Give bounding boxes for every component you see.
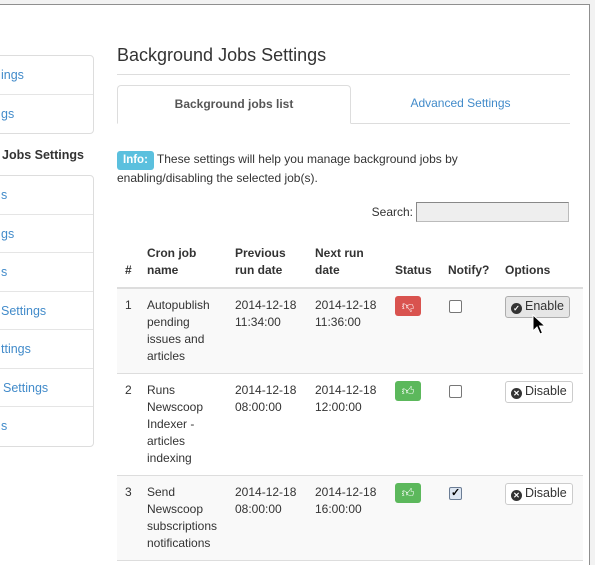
sidebar-item[interactable]: Settings [0, 292, 93, 330]
sidebar-group-top: ings gs [0, 55, 94, 134]
disable-button[interactable]: ✕ Disable [505, 483, 573, 505]
notify-checkbox[interactable] [449, 385, 462, 398]
row-number: 1 [117, 287, 139, 374]
search-box: Search: [372, 202, 569, 222]
notify-checkbox[interactable] [449, 300, 462, 313]
col-header-notify[interactable]: Notify? [440, 241, 497, 289]
row-number: 2 [117, 373, 139, 476]
previous-run-date: 2014-12-18 08:00:00 [227, 475, 307, 561]
next-run-date: 2014-12-18 16:00:00 [307, 475, 387, 561]
search-label: Search: [371, 205, 413, 219]
info-message: Info: These settings will help you manage… [117, 151, 487, 187]
sidebar-item[interactable]: s [0, 176, 93, 215]
tab-advanced-settings[interactable]: Advanced Settings [351, 85, 570, 123]
mouse-cursor-icon [532, 314, 546, 335]
job-name: Autopublish pending issues and articles [139, 287, 227, 374]
title-divider [117, 74, 570, 75]
job-name: Runs Newscoop Indexer - articles indexin… [139, 373, 227, 476]
col-header-next-run[interactable]: Next run date [307, 241, 387, 289]
disable-button[interactable]: ✕ Disable [505, 381, 573, 403]
col-header-name[interactable]: Cron job name [139, 241, 227, 289]
tab-bar: Background jobs list Advanced Settings [117, 85, 570, 124]
next-run-date: 2014-12-18 11:36:00 [307, 287, 387, 374]
col-header-options: Options [497, 241, 583, 289]
col-header-previous-run[interactable]: Previous run date [227, 241, 307, 289]
sidebar-item[interactable]: Settings [0, 369, 93, 407]
jobs-table: # Cron job name Previous run date Next r… [117, 241, 583, 561]
col-header-status[interactable]: Status [387, 241, 440, 289]
search-input[interactable] [416, 202, 569, 222]
table-row: 3 Send Newscoop subscriptions notificati… [117, 475, 583, 561]
sidebar-item[interactable]: ttings [0, 330, 93, 369]
sidebar-group-jobs: s gs s Settings ttings Settings s [0, 175, 94, 447]
thumbs-up-icon: 👍︎ [395, 381, 421, 401]
browser-viewport: ings gs Jobs Settings s gs s Settings tt… [0, 4, 590, 565]
info-label: Info: [117, 151, 154, 170]
times-circle-icon: ✕ [511, 490, 522, 501]
tab-background-jobs-list[interactable]: Background jobs list [117, 85, 351, 124]
check-circle-icon: ✓ [511, 303, 522, 314]
info-text: These settings will help you manage back… [117, 152, 458, 185]
thumbs-up-icon: 👍︎ [395, 483, 421, 503]
notify-checkbox[interactable] [449, 485, 462, 502]
sidebar-item[interactable]: ings [0, 56, 93, 95]
sidebar-item[interactable]: gs [0, 215, 93, 253]
next-run-date: 2014-12-18 12:00:00 [307, 373, 387, 476]
sidebar-heading: Jobs Settings [2, 148, 84, 162]
previous-run-date: 2014-12-18 08:00:00 [227, 373, 307, 476]
col-header-number[interactable]: # [117, 241, 139, 289]
table-row: 2 Runs Newscoop Indexer - articles index… [117, 373, 583, 476]
thumbs-down-icon: 👎︎ [395, 296, 421, 316]
job-name: Send Newscoop subscriptions notification… [139, 475, 227, 561]
table-row: 1 Autopublish pending issues and article… [117, 287, 583, 374]
previous-run-date: 2014-12-18 11:34:00 [227, 287, 307, 374]
times-circle-icon: ✕ [511, 388, 522, 399]
sidebar-item[interactable]: gs [0, 95, 93, 134]
row-number: 3 [117, 475, 139, 561]
sidebar-item[interactable]: s [0, 253, 93, 292]
table-header-row: # Cron job name Previous run date Next r… [117, 241, 583, 289]
page-title: Background Jobs Settings [117, 45, 327, 65]
sidebar-item[interactable]: s [0, 407, 93, 446]
